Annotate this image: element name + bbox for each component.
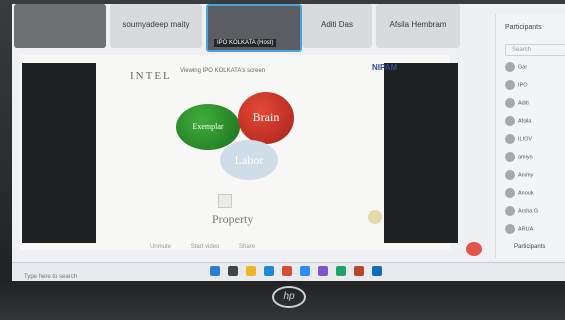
participant-name: ILIOV bbox=[518, 136, 533, 143]
participants-footer-button[interactable]: Participants bbox=[514, 244, 545, 250]
video-bar-right bbox=[384, 63, 458, 243]
video-thumbnail-afsila[interactable]: Afsila Hembram bbox=[376, 4, 460, 48]
avatar bbox=[505, 116, 515, 126]
video-thumbnail-host[interactable]: IPO KOLKATA (Host) bbox=[206, 4, 302, 52]
participant-name: Gar bbox=[518, 64, 528, 71]
exemplar-circle: Exemplar bbox=[176, 104, 240, 150]
participant-name: ARUA bbox=[518, 226, 534, 233]
avatar bbox=[505, 80, 515, 90]
start-video-button[interactable]: Start video bbox=[191, 244, 220, 250]
edge-icon[interactable] bbox=[264, 266, 274, 276]
participant-row[interactable]: Anouk bbox=[505, 188, 534, 200]
participant-name: Aditi bbox=[518, 100, 529, 107]
participant-row[interactable]: amiyo bbox=[505, 152, 533, 164]
participant-name: Animy bbox=[518, 172, 534, 179]
participant-name: Arsha G bbox=[518, 208, 539, 215]
zoom-icon[interactable] bbox=[300, 266, 310, 276]
participant-name: Anouk bbox=[518, 190, 534, 197]
avatar bbox=[505, 188, 515, 198]
excel-icon[interactable] bbox=[336, 266, 346, 276]
avatar bbox=[505, 152, 515, 162]
taskview-icon[interactable] bbox=[228, 266, 238, 276]
participant-row[interactable]: ILIOV bbox=[505, 134, 532, 146]
participants-title: Participants bbox=[505, 24, 542, 31]
participant-name: Afsila bbox=[518, 118, 532, 125]
unmute-button[interactable]: Unmute bbox=[150, 244, 171, 250]
participant-row[interactable]: IPO bbox=[505, 80, 527, 92]
thumbnail-label: IPO KOLKATA (Host) bbox=[214, 39, 277, 47]
taskbar-search-input[interactable]: Type here to search bbox=[24, 274, 77, 280]
video-bar-left bbox=[22, 63, 96, 243]
avatar bbox=[505, 206, 515, 216]
chrome-icon[interactable] bbox=[282, 266, 292, 276]
hp-logo: hp bbox=[272, 286, 306, 308]
reaction-icon[interactable] bbox=[368, 210, 382, 224]
start-icon[interactable] bbox=[210, 266, 220, 276]
end-call-button[interactable] bbox=[466, 242, 482, 256]
participants-search-input[interactable]: Search bbox=[505, 44, 565, 56]
meeting-toolbar: Unmute Start video Share bbox=[150, 244, 490, 260]
participant-name: IPO bbox=[518, 82, 528, 89]
share-button[interactable]: Share bbox=[239, 244, 255, 250]
participant-name: amiyo bbox=[518, 154, 533, 161]
brain-circle: Brain bbox=[238, 92, 294, 144]
avatar bbox=[505, 98, 515, 108]
avatar bbox=[505, 224, 515, 234]
down-arrow-icon bbox=[218, 194, 232, 208]
app-icon[interactable] bbox=[318, 266, 328, 276]
video-thumbnail-soumyadeep[interactable]: soumyadeep maity bbox=[110, 4, 202, 48]
avatar bbox=[505, 134, 515, 144]
thumbnail-label: Afsila Hembram bbox=[389, 20, 447, 29]
avatar bbox=[505, 62, 515, 72]
powerpoint-icon[interactable] bbox=[354, 266, 364, 276]
participant-row[interactable]: Afsila bbox=[505, 116, 531, 128]
brand-logo: NIPAM bbox=[372, 63, 398, 72]
folder-icon[interactable] bbox=[246, 266, 256, 276]
participant-row[interactable]: Arsha G bbox=[505, 206, 538, 218]
participant-row[interactable]: Gar bbox=[505, 62, 527, 74]
viewing-banner: Viewing IPO KOLKATA's screen bbox=[180, 68, 266, 74]
thumbnail-label: soumyadeep maity bbox=[122, 20, 190, 29]
thumbnail-label: Aditi Das bbox=[320, 20, 353, 29]
property-label: Property bbox=[212, 212, 254, 226]
labor-circle: Labor bbox=[220, 140, 278, 180]
video-thumbnail-self[interactable] bbox=[14, 4, 106, 48]
participant-row[interactable]: Animy bbox=[505, 170, 533, 182]
word-icon[interactable] bbox=[372, 266, 382, 276]
participant-row[interactable]: Aditi bbox=[505, 98, 529, 110]
avatar bbox=[505, 170, 515, 180]
video-thumbnail-aditi[interactable]: Aditi Das bbox=[302, 4, 372, 48]
participant-row[interactable]: ARUA bbox=[505, 224, 533, 236]
slide-title: INTEL bbox=[130, 70, 172, 82]
